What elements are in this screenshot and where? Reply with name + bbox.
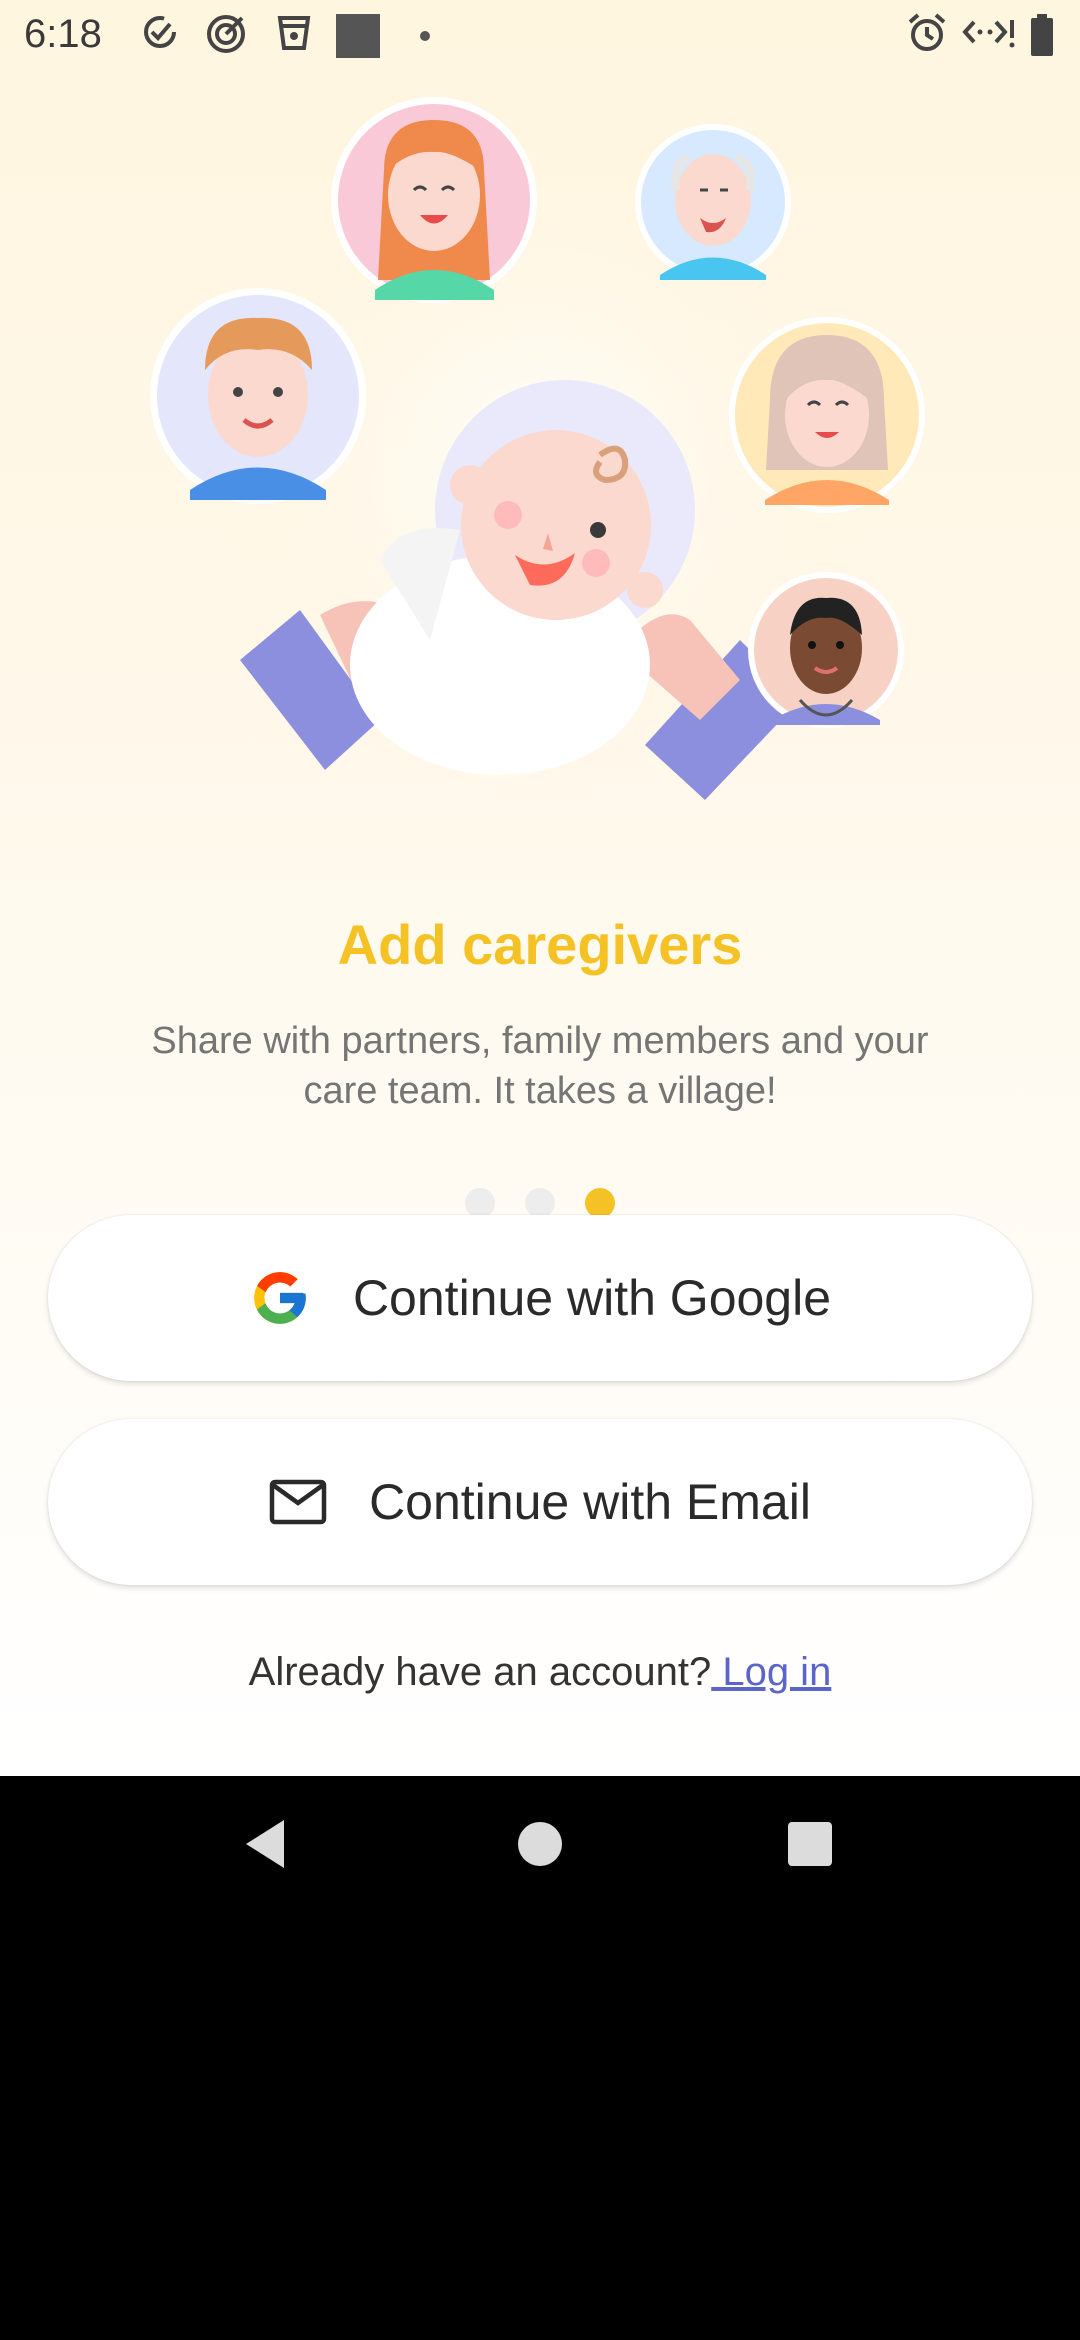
onboarding-screen: 6:18 Add caregivers Share with partners,…: [0, 0, 1080, 1776]
onboarding-subtitle: Share with partners, family members and …: [151, 1020, 929, 1112]
email-button-label: Continue with Email: [369, 1474, 811, 1530]
mail-icon: [269, 1479, 327, 1525]
page-dot-2[interactable]: [525, 1188, 555, 1218]
continue-with-google-button[interactable]: Continue with Google: [48, 1215, 1032, 1381]
login-prompt-row: Already have an account? Log in: [0, 1650, 1080, 1695]
home-icon[interactable]: [518, 1816, 562, 1872]
login-prompt: Already have an account?: [248, 1650, 712, 1694]
page-dot-1[interactable]: [465, 1188, 495, 1218]
data-sync-icon: [962, 20, 1015, 48]
caregivers-illustration: [150, 97, 925, 800]
avatar-grandmother: [729, 317, 925, 513]
system-nav-bar: [0, 1776, 1080, 1916]
recents-icon[interactable]: [786, 1816, 834, 1872]
back-icon[interactable]: [240, 1816, 290, 1872]
continue-with-email-button[interactable]: Continue with Email: [48, 1419, 1032, 1585]
status-bar: 6:18: [0, 0, 1080, 72]
google-g-icon: [249, 1267, 311, 1329]
login-link[interactable]: Log in: [711, 1650, 831, 1694]
cup-icon: [277, 16, 311, 50]
battery-icon: [1031, 14, 1053, 56]
avatar-woman-red-hair: [331, 97, 537, 303]
onboarding-title: Add caregivers: [337, 913, 743, 976]
avatar-man: [150, 288, 366, 504]
target-icon: [207, 15, 245, 53]
google-button-label: Continue with Google: [352, 1270, 832, 1326]
status-time: 6:18: [24, 12, 102, 56]
task-check-icon: [144, 16, 176, 48]
alarm-icon: [908, 13, 946, 51]
dot-icon: [420, 31, 430, 41]
avatar-grandfather: [635, 124, 791, 280]
square-app-icon: [336, 14, 380, 58]
page-dot-3-active[interactable]: [585, 1188, 615, 1218]
avatar-doctor: [748, 572, 904, 728]
